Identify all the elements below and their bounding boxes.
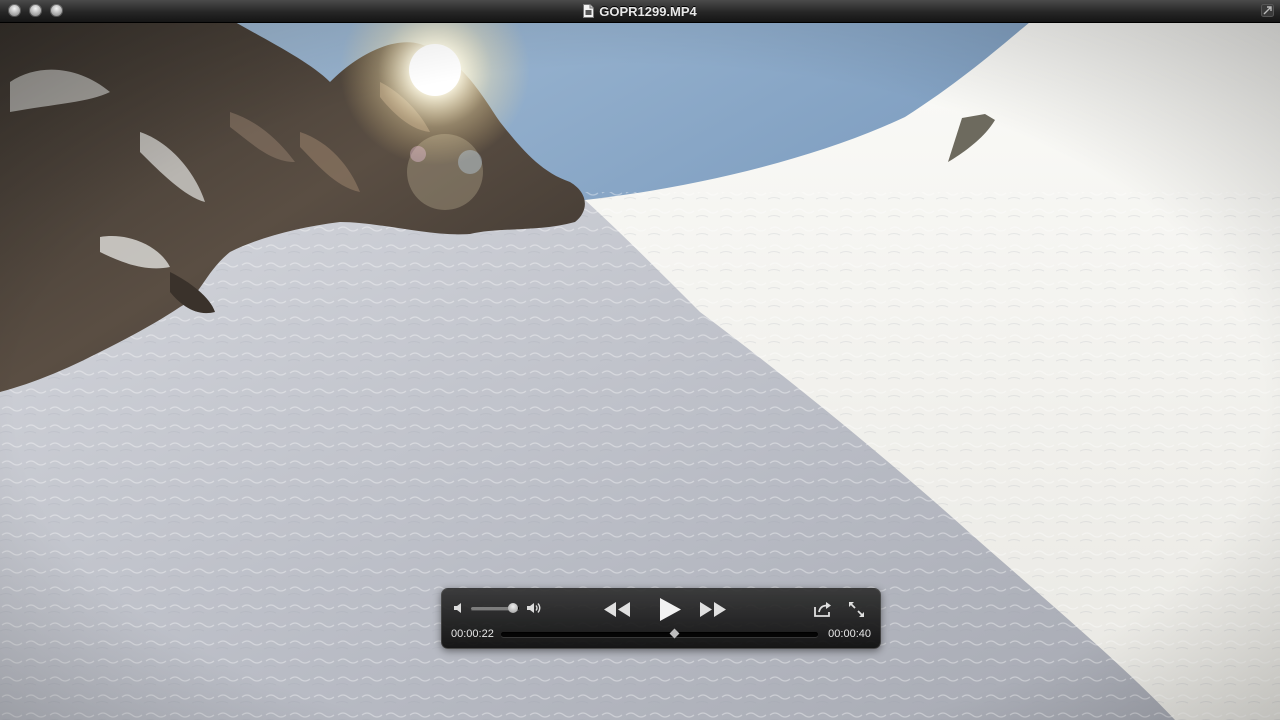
speaker-high-icon[interactable] — [526, 601, 541, 615]
window-title: GOPR1299.MP4 — [599, 3, 697, 19]
timeline-playhead[interactable] — [669, 628, 680, 639]
window-title-group: GOPR1299.MP4 — [0, 0, 1280, 22]
document-icon — [583, 4, 595, 18]
fullscreen-icon[interactable] — [848, 601, 865, 618]
playback-controller: 00:00:22 00:00:40 — [441, 588, 881, 649]
rewind-icon[interactable] — [603, 601, 631, 618]
title-bar[interactable]: GOPR1299.MP4 — [0, 0, 1280, 23]
volume-slider-fill — [471, 607, 514, 610]
speaker-low-icon[interactable] — [453, 602, 465, 614]
play-icon[interactable] — [657, 597, 682, 622]
total-duration: 00:00:40 — [828, 628, 871, 640]
enter-fullscreen-corner-icon[interactable] — [1261, 4, 1274, 17]
volume-slider-knob[interactable] — [508, 603, 519, 613]
share-icon[interactable] — [814, 601, 832, 617]
player-window: GOPR1299.MP4 00:00:22 00:00:40 — [0, 0, 1280, 720]
volume-slider[interactable] — [471, 603, 519, 613]
timeline-scrubber[interactable] — [501, 628, 818, 639]
fast-forward-icon[interactable] — [699, 601, 727, 618]
elapsed-time: 00:00:22 — [451, 628, 494, 640]
